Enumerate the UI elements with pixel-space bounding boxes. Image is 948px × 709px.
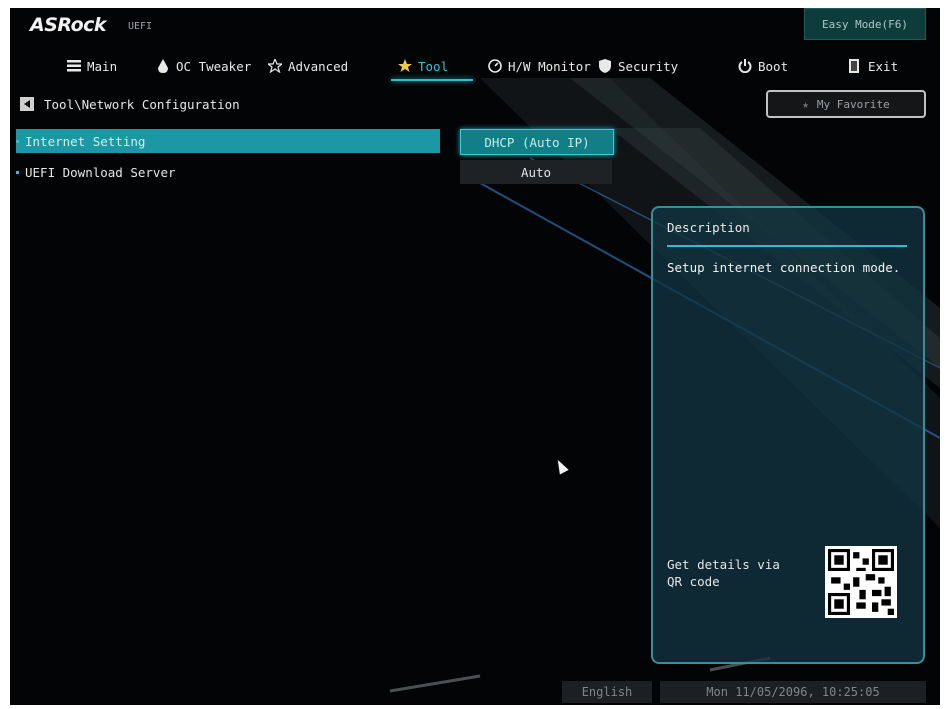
tab-hw-monitor-label: H/W Monitor (508, 58, 591, 74)
exit-icon (849, 59, 859, 73)
easy-mode-button[interactable]: Easy Mode(F6) (804, 8, 926, 40)
tool-star-icon (398, 59, 412, 72)
shield-icon (599, 59, 611, 73)
tab-boot-label: Boot (758, 58, 789, 74)
tab-main-label: Main (87, 58, 118, 74)
my-favorite-label: My Favorite (816, 97, 890, 111)
active-tab-indicator (391, 79, 473, 81)
tab-hw-monitor[interactable]: H/W Monitor (488, 51, 591, 81)
qr-code[interactable] (825, 546, 897, 618)
main-nav: Main OC Tweaker Advanced Tool H/W Monito… (10, 51, 940, 81)
setting-value-uefi-download-server[interactable]: Auto (460, 160, 612, 184)
language-button[interactable]: English (562, 681, 652, 703)
tab-security-label: Security (618, 58, 679, 74)
flame-icon (158, 59, 168, 73)
power-icon (738, 59, 752, 73)
setting-label: UEFI Download Server (25, 164, 176, 180)
header-bar: ASRock UEFI Easy Mode(F6) (10, 8, 940, 48)
tab-exit[interactable]: Exit (848, 51, 898, 81)
tab-boot[interactable]: Boot (738, 51, 788, 81)
tab-main[interactable]: Main (67, 51, 117, 81)
setting-row-uefi-download-server[interactable]: UEFI Download Server (16, 160, 440, 184)
breadcrumb: Tool\Network Configuration (20, 94, 240, 114)
bios-screen: ASRock UEFI Easy Mode(F6) Main OC Tweake… (10, 8, 940, 705)
favorite-star-icon: ★ (802, 97, 809, 111)
setting-label: Internet Setting (25, 133, 146, 149)
tab-oc-tweaker-label: OC Tweaker (176, 58, 252, 74)
description-panel: Description Setup internet connection mo… (651, 206, 925, 664)
tab-security[interactable]: Security (598, 51, 678, 81)
star-icon (268, 59, 282, 73)
uefi-label: UEFI (128, 21, 153, 32)
tab-advanced-label: Advanced (288, 58, 349, 74)
back-arrow-icon[interactable] (20, 97, 34, 111)
description-divider (667, 245, 907, 247)
tab-advanced[interactable]: Advanced (268, 51, 348, 81)
my-favorite-button[interactable]: ★ My Favorite (766, 90, 926, 118)
datetime-display: Mon 11/05/2096, 10:25:05 (660, 681, 926, 703)
description-title: Description (667, 220, 750, 235)
setting-row-internet-setting[interactable]: Internet Setting (16, 129, 440, 153)
list-icon (67, 60, 81, 72)
tab-exit-label: Exit (868, 58, 899, 74)
asrock-logo: ASRock (30, 14, 107, 36)
breadcrumb-path: Tool\Network Configuration (44, 96, 240, 112)
tab-tool[interactable]: Tool (398, 51, 448, 81)
tab-tool-label: Tool (418, 58, 449, 74)
row-bullet (16, 139, 19, 143)
footer-bar: English Mon 11/05/2096, 10:25:05 (10, 678, 940, 705)
description-text: Setup internet connection mode. (667, 260, 901, 275)
setting-value-internet-setting[interactable]: DHCP (Auto IP) (460, 129, 614, 155)
qr-caption: Get details via QR code (667, 557, 780, 589)
row-bullet (16, 170, 19, 174)
monitor-icon (488, 59, 502, 73)
tab-oc-tweaker[interactable]: OC Tweaker (156, 51, 251, 81)
